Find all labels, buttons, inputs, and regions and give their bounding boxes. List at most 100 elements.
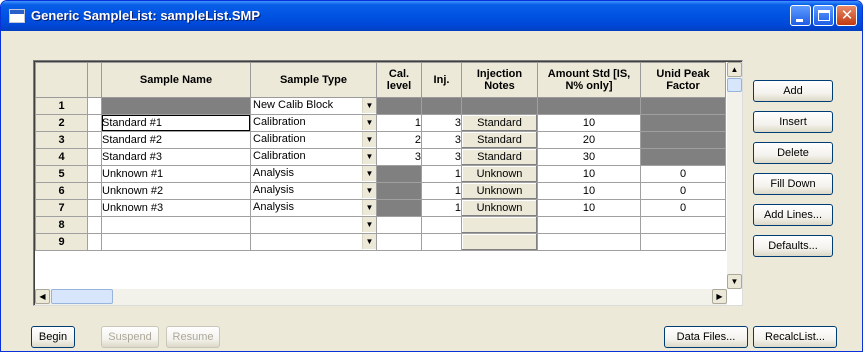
sample-name-cell[interactable] xyxy=(101,97,251,115)
column-header-amount-std[interactable]: Amount Std [IS, N% only] xyxy=(537,62,641,98)
row-selector-cell[interactable] xyxy=(87,199,102,217)
inj-cell[interactable]: 1 xyxy=(421,165,462,183)
column-header-sample-type[interactable]: Sample Type xyxy=(250,62,377,98)
row-selector-cell[interactable] xyxy=(87,131,102,149)
row-number[interactable]: 6 xyxy=(35,182,88,200)
horizontal-scrollbar[interactable]: ◀ ▶ xyxy=(35,289,727,305)
cal-level-cell[interactable] xyxy=(376,165,422,183)
inj-cell[interactable]: 1 xyxy=(421,182,462,200)
amount-std-cell[interactable] xyxy=(537,216,641,234)
row-number[interactable]: 8 xyxy=(35,216,88,234)
sample-name-cell[interactable]: Unknown #3 xyxy=(101,199,251,217)
sample-type-cell[interactable]: Calibration ▼ xyxy=(250,148,377,166)
table-row[interactable]: 5 Unknown #1 Analysis ▼ 1 Unknown 10 0 xyxy=(35,165,726,183)
inj-cell[interactable]: 1 xyxy=(421,199,462,217)
sample-type-cell[interactable]: ▼ xyxy=(250,233,377,251)
dropdown-arrow-icon[interactable]: ▼ xyxy=(362,200,376,215)
sample-type-cell[interactable]: ▼ xyxy=(250,216,377,234)
injection-notes-button[interactable]: Standard xyxy=(461,114,538,132)
unid-peak-factor-cell[interactable] xyxy=(640,131,726,149)
insert-button[interactable]: Insert xyxy=(753,111,833,133)
begin-button[interactable]: Begin xyxy=(31,326,75,348)
add-button[interactable]: Add xyxy=(753,80,833,102)
injection-notes-button[interactable]: Unknown xyxy=(461,182,538,200)
cal-level-cell[interactable]: 1 xyxy=(376,114,422,132)
corner-header[interactable] xyxy=(35,62,88,98)
row-selector-cell[interactable] xyxy=(87,114,102,132)
sample-type-dropdown[interactable]: New Calib Block ▼ xyxy=(252,98,376,114)
inj-cell[interactable]: 3 xyxy=(421,114,462,132)
dropdown-arrow-icon[interactable]: ▼ xyxy=(362,132,376,147)
row-number[interactable]: 5 xyxy=(35,165,88,183)
column-header-injection-notes[interactable]: Injection Notes xyxy=(461,62,538,98)
sample-name-cell[interactable]: Unknown #2 xyxy=(101,182,251,200)
delete-button[interactable]: Delete xyxy=(753,142,833,164)
row-number[interactable]: 2 xyxy=(35,114,88,132)
column-header-inj[interactable]: Inj. xyxy=(421,62,462,98)
amount-std-cell[interactable]: 20 xyxy=(537,131,641,149)
cal-level-cell[interactable] xyxy=(376,199,422,217)
sample-name-cell[interactable]: Standard #1 xyxy=(101,114,251,132)
dropdown-arrow-icon[interactable]: ▼ xyxy=(362,183,376,198)
unid-peak-factor-cell[interactable] xyxy=(640,148,726,166)
add-lines-button[interactable]: Add Lines... xyxy=(753,204,833,226)
sample-name-cell[interactable]: Standard #3 xyxy=(101,148,251,166)
cal-level-cell[interactable]: 3 xyxy=(376,148,422,166)
column-header-sample-name[interactable]: Sample Name xyxy=(101,62,251,98)
fill-down-button[interactable]: Fill Down xyxy=(753,173,833,195)
unid-peak-factor-cell[interactable] xyxy=(640,216,726,234)
sample-name-cell[interactable]: Unknown #1 xyxy=(101,165,251,183)
close-button[interactable]: ✕ xyxy=(836,5,857,26)
cal-level-cell[interactable]: 2 xyxy=(376,131,422,149)
dropdown-arrow-icon[interactable]: ▼ xyxy=(362,166,376,181)
data-files-button[interactable]: Data Files... xyxy=(664,326,748,348)
inj-cell[interactable] xyxy=(421,97,462,115)
row-selector-cell[interactable] xyxy=(87,216,102,234)
amount-std-cell[interactable]: 10 xyxy=(537,165,641,183)
amount-std-cell[interactable]: 10 xyxy=(537,114,641,132)
injection-notes-button[interactable]: Unknown xyxy=(461,165,538,183)
defaults-button[interactable]: Defaults... xyxy=(753,235,833,257)
sample-type-cell[interactable]: New Calib Block ▼ xyxy=(250,97,377,115)
dropdown-arrow-icon[interactable]: ▼ xyxy=(362,115,376,130)
scroll-right-button[interactable]: ▶ xyxy=(712,289,727,304)
injection-notes-button[interactable]: Standard xyxy=(461,131,538,149)
sample-type-dropdown[interactable]: ▼ xyxy=(252,217,376,233)
table-row[interactable]: 9 ▼ xyxy=(35,233,726,251)
injection-notes-button[interactable]: Standard xyxy=(461,148,538,166)
sample-type-cell[interactable]: Analysis ▼ xyxy=(250,165,377,183)
amount-std-cell[interactable]: 10 xyxy=(537,182,641,200)
row-selector-cell[interactable] xyxy=(87,182,102,200)
inj-cell[interactable]: 3 xyxy=(421,148,462,166)
injection-notes-button[interactable] xyxy=(461,233,538,251)
inj-cell[interactable] xyxy=(421,233,462,251)
table-row[interactable]: 4 Standard #3 Calibration ▼ 3 3 Standard 30 xyxy=(35,148,726,166)
unid-peak-factor-cell[interactable] xyxy=(640,114,726,132)
injection-notes-button[interactable]: Unknown xyxy=(461,199,538,217)
sample-type-dropdown[interactable]: Calibration ▼ xyxy=(252,115,376,131)
table-row[interactable]: 3 Standard #2 Calibration ▼ 2 3 Standard 20 xyxy=(35,131,726,149)
dropdown-arrow-icon[interactable]: ▼ xyxy=(362,98,376,113)
sample-type-dropdown[interactable]: ▼ xyxy=(252,234,376,250)
horizontal-scroll-thumb[interactable] xyxy=(51,289,113,304)
injection-notes-button[interactable] xyxy=(461,216,538,234)
unid-peak-factor-cell[interactable]: 0 xyxy=(640,199,726,217)
sample-type-cell[interactable]: Analysis ▼ xyxy=(250,182,377,200)
row-selector-cell[interactable] xyxy=(87,97,102,115)
table-row[interactable]: 1 New Calib Block ▼ xyxy=(35,97,726,115)
row-number[interactable]: 4 xyxy=(35,148,88,166)
cal-level-cell[interactable] xyxy=(376,216,422,234)
sample-name-cell[interactable]: Standard #2 xyxy=(101,131,251,149)
scroll-down-button[interactable]: ▼ xyxy=(727,274,742,289)
row-selector-cell[interactable] xyxy=(87,233,102,251)
suspend-button[interactable]: Suspend xyxy=(101,326,159,348)
unid-peak-factor-cell[interactable] xyxy=(640,97,726,115)
inj-cell[interactable] xyxy=(421,216,462,234)
title-bar[interactable]: Generic SampleList: sampleList.SMP ✕ xyxy=(1,1,862,31)
row-number[interactable]: 3 xyxy=(35,131,88,149)
sample-name-cell[interactable] xyxy=(101,233,251,251)
scroll-left-button[interactable]: ◀ xyxy=(35,289,50,304)
sample-type-dropdown[interactable]: Analysis ▼ xyxy=(252,200,376,216)
dropdown-arrow-icon[interactable]: ▼ xyxy=(362,217,376,232)
minimize-button[interactable] xyxy=(790,5,811,26)
